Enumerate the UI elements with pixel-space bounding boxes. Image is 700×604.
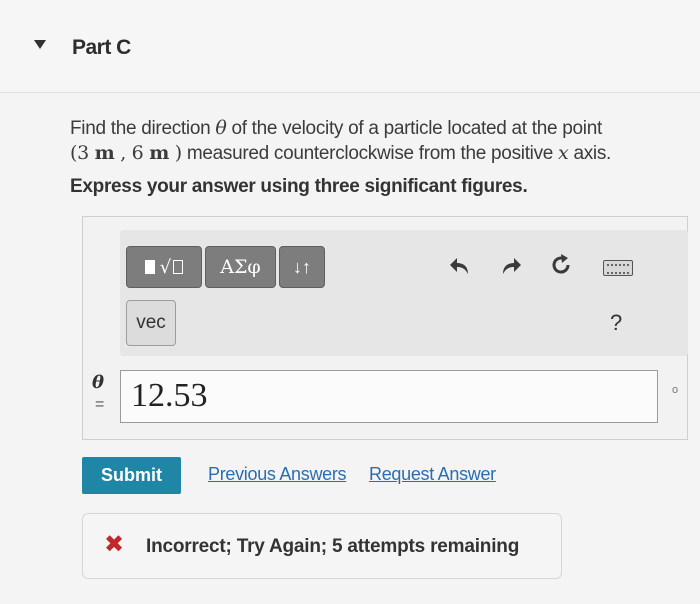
empty-square-icon [173,260,184,274]
previous-answers-link[interactable]: Previous Answers [208,464,347,485]
collapse-caret-icon[interactable] [34,40,46,49]
vec-button[interactable]: vec [126,300,176,346]
arrows-button[interactable]: ↓↑ [279,246,325,288]
keyboard-icon[interactable] [603,260,633,276]
greek-symbols-button[interactable]: ΑΣφ [205,246,276,288]
part-title: Part C [72,36,131,59]
side-mark: o [672,384,679,396]
incorrect-x-icon: ✖ [104,531,125,558]
answer-input[interactable]: 12.53 [120,370,658,423]
templates-button[interactable]: √ [126,246,202,288]
help-icon[interactable]: ? [610,310,622,336]
undo-icon[interactable] [448,254,472,283]
request-answer-link[interactable]: Request Answer [369,464,496,485]
question-text: Find the direction θ of the velocity of … [70,117,612,164]
redo-icon[interactable] [499,254,523,283]
feedback-message: Incorrect; Try Again; 5 attempts remaini… [146,536,520,557]
sqrt-icon: √ [159,256,172,278]
answer-variable-label: θ [92,372,105,393]
reset-icon[interactable] [548,252,574,283]
x-variable: x [558,142,569,164]
instruction-text: Express your answer using three signific… [70,176,528,197]
filled-square-icon [144,260,155,274]
theta-symbol: θ [215,117,227,139]
submit-button[interactable]: Submit [82,457,181,494]
equals-sign: = [95,396,105,413]
part-header[interactable]: Part C [0,0,700,93]
